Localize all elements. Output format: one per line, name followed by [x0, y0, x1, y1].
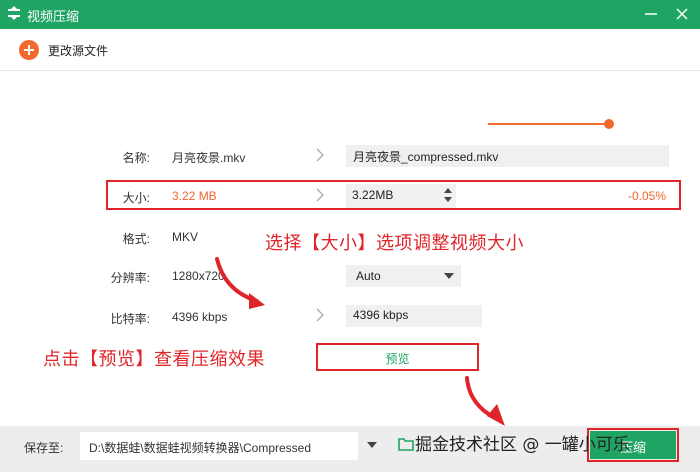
folder-icon[interactable] — [398, 437, 414, 451]
size-label: 大小: — [122, 191, 150, 205]
source-name: 月亮夜景.mkv — [172, 151, 246, 165]
preview-label: 预览 — [385, 352, 410, 366]
output-size: 3.22MB — [352, 188, 394, 202]
save-path: D:\数据蛙\数据蛙视频转换器\Compressed — [89, 441, 312, 455]
chevron-right-icon — [316, 308, 324, 322]
source-format: MKV — [172, 230, 199, 244]
window-title: 视频压缩 — [27, 9, 80, 24]
watermark-text: 掘金技术社区 @ 一罐小可乐 — [415, 435, 630, 455]
source-bitrate: 4396 kbps — [172, 310, 228, 324]
resolution-select[interactable]: Auto — [346, 265, 461, 287]
save-path-field[interactable]: D:\数据蛙\数据蛙视频转换器\Compressed — [80, 432, 358, 460]
change-source-button[interactable]: 更改源文件 — [19, 40, 108, 60]
output-name: 月亮夜景_compressed.mkv — [353, 150, 499, 164]
chevron-right-icon — [316, 148, 324, 162]
minimize-icon[interactable] — [641, 4, 661, 24]
source-size: 3.22 MB — [172, 189, 217, 203]
spin-arrows-icon[interactable] — [443, 186, 453, 204]
save-to-label: 保存至: — [24, 441, 64, 455]
size-hint-annotation: 选择【大小】选项调整视频大小 — [265, 233, 524, 254]
size-slider-handle[interactable] — [604, 119, 614, 129]
output-name-field[interactable]: 月亮夜景_compressed.mkv — [346, 145, 669, 167]
app-icon — [8, 6, 20, 20]
resolution-selected: Auto — [356, 269, 381, 283]
resolution-label: 分辨率: — [110, 271, 150, 285]
chevron-down-icon — [444, 273, 454, 279]
change-source-label: 更改源文件 — [48, 43, 109, 58]
plus-circle-icon — [19, 40, 39, 60]
close-icon[interactable] — [672, 4, 692, 24]
format-label: 格式: — [122, 232, 150, 246]
preview-button[interactable]: 预览 — [320, 347, 475, 367]
toolbar: 更改源文件 — [0, 29, 700, 71]
arrow-annotation-icon — [465, 376, 505, 426]
title-bar: 视频压缩 — [0, 0, 700, 29]
bitrate-label: 比特率: — [110, 312, 150, 326]
bitrate-field[interactable]: 4396 kbps — [346, 305, 482, 327]
size-spinbox[interactable]: 3.22MB — [346, 184, 456, 208]
chevron-down-icon[interactable] — [367, 442, 377, 448]
chevron-right-icon — [316, 188, 324, 202]
name-label: 名称: — [122, 151, 150, 165]
preview-hint-annotation: 点击【预览】查看压缩效果 — [43, 349, 265, 370]
output-bitrate: 4396 kbps — [353, 308, 409, 322]
arrow-annotation-icon — [215, 257, 265, 309]
size-slider-track[interactable] — [488, 123, 610, 125]
size-percent: -0.05% — [628, 189, 667, 203]
